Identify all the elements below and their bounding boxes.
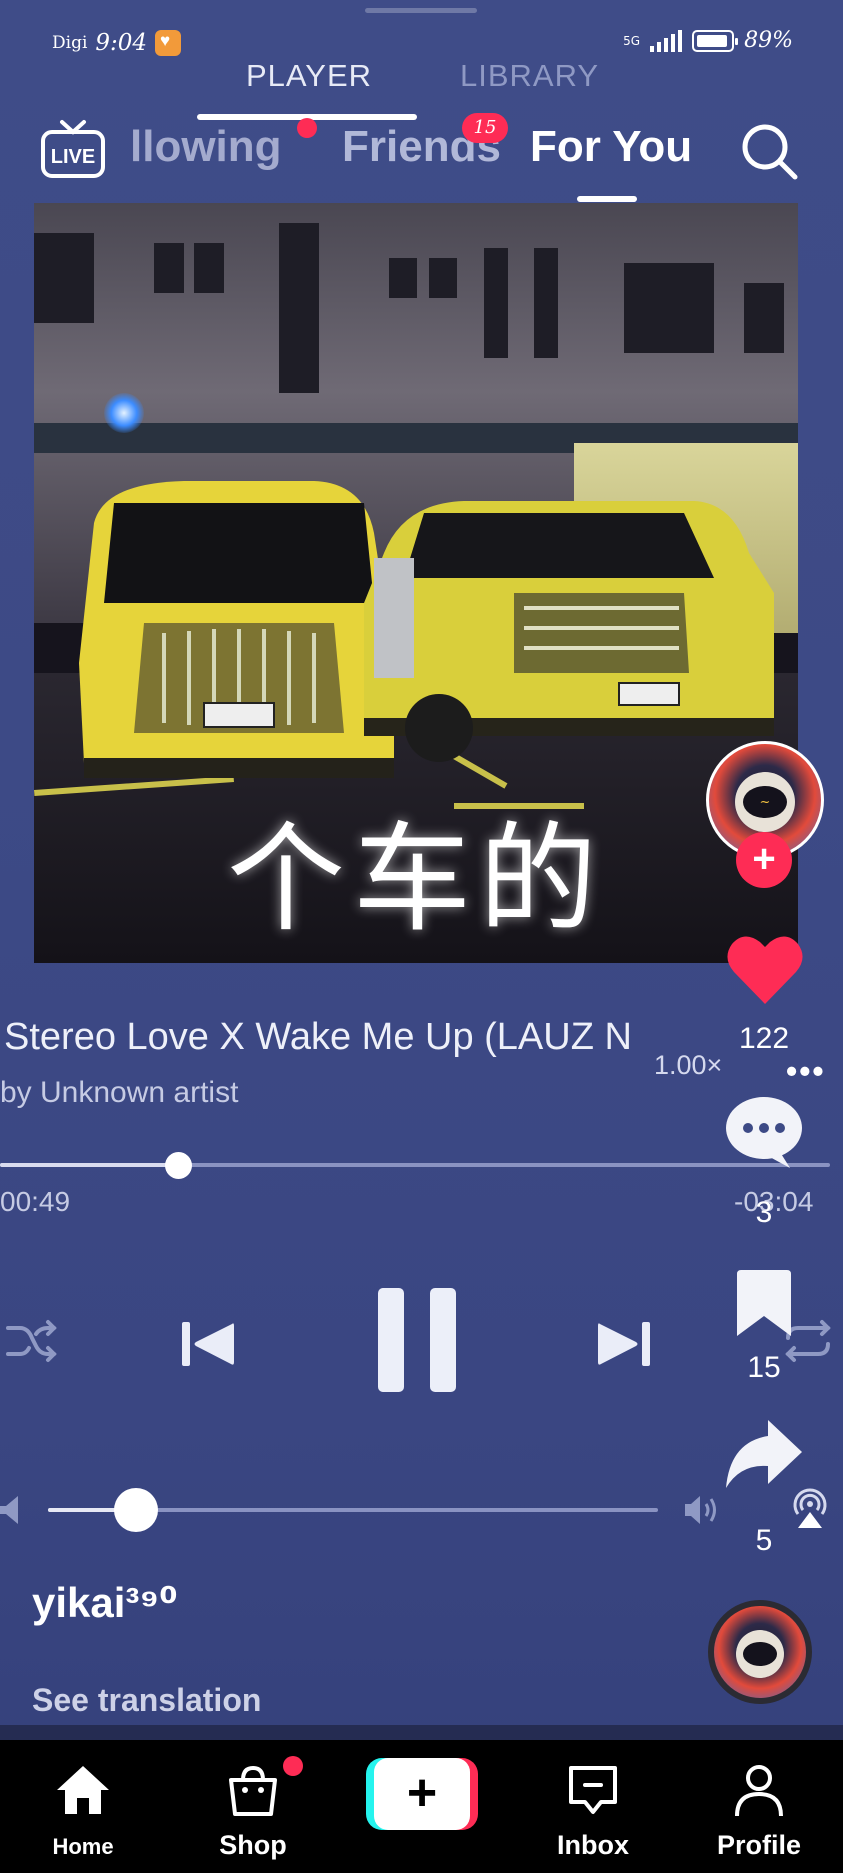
nav-shop-label: Shop [219, 1830, 287, 1860]
shop-icon [229, 1765, 277, 1816]
next-icon[interactable] [596, 1316, 652, 1372]
volume-low-icon [0, 1494, 18, 1526]
tab-following[interactable]: llowing [130, 122, 282, 172]
nav-home-label: Home [52, 1834, 114, 1859]
signal-icon [650, 29, 683, 52]
status-bar-right: 5G 89% [623, 28, 793, 53]
nav-home[interactable]: Home [18, 1740, 148, 1873]
elapsed-time: 00:49 [0, 1186, 71, 1217]
song-title[interactable]: Stereo Love X Wake Me Up (LAUZ N [4, 1016, 634, 1059]
search-icon[interactable] [738, 120, 800, 182]
like-count: 122 [738, 1022, 790, 1055]
song-artist[interactable]: by Unknown artist [0, 1076, 238, 1110]
seek-bar-progress [0, 1163, 178, 1167]
clock: 9:04 [95, 30, 148, 56]
volume-high-icon [684, 1492, 720, 1528]
network-label: 5G [623, 33, 641, 48]
follow-button[interactable]: + [736, 832, 792, 888]
nav-inbox-label: Inbox [557, 1830, 629, 1860]
previous-icon[interactable] [180, 1316, 236, 1372]
comment-count: 3 [755, 1196, 773, 1229]
inbox-icon [569, 1766, 617, 1814]
following-notification-dot [297, 118, 317, 138]
album-artwork[interactable]: 个车的 [34, 203, 798, 963]
tab-library[interactable]: LIBRARY [460, 58, 599, 94]
seek-thumb[interactable] [165, 1152, 192, 1179]
battery-icon [692, 29, 739, 52]
create-button[interactable]: + [366, 1758, 478, 1830]
nav-profile[interactable]: Profile [694, 1740, 824, 1873]
tab-for-you-indicator [577, 196, 637, 202]
bookmark-icon[interactable] [733, 1268, 795, 1338]
volume-thumb[interactable] [114, 1488, 158, 1532]
drag-handle[interactable] [365, 8, 477, 13]
artwork-lamp [104, 393, 144, 433]
playback-speed-button[interactable]: 1.00× [654, 1050, 722, 1081]
live-label: LIVE [51, 146, 95, 168]
more-options-icon[interactable]: ••• [786, 1053, 826, 1090]
battery-level: 89% [744, 28, 793, 53]
pause-icon[interactable] [376, 1286, 458, 1394]
artwork-van [79, 481, 394, 778]
app-notification-icon [155, 30, 182, 56]
shuffle-icon[interactable] [6, 1318, 58, 1364]
comment-icon[interactable] [724, 1094, 804, 1170]
caption-strip [0, 1725, 843, 1740]
bookmark-count: 15 [747, 1351, 781, 1384]
tab-for-you[interactable]: For You [530, 122, 692, 172]
profile-icon [735, 1765, 783, 1817]
artwork-overlay-text: 个车的 [226, 810, 605, 948]
see-translation-link[interactable]: See translation [32, 1682, 261, 1719]
creator-username[interactable]: yikai³⁹⁰ [32, 1578, 178, 1627]
shop-notification-dot [283, 1756, 303, 1776]
nav-profile-label: Profile [716, 1830, 802, 1860]
live-icon[interactable]: LIVE [40, 118, 106, 180]
music-disc-icon[interactable] [708, 1600, 812, 1704]
svg-text:~: ~ [760, 795, 771, 810]
tab-player[interactable]: PLAYER [246, 58, 372, 94]
carrier-label: Digi [52, 33, 88, 53]
status-bar-left: Digi 9:04 [52, 30, 182, 56]
heart-icon[interactable] [726, 934, 804, 1006]
home-icon [57, 1766, 109, 1814]
nav-inbox[interactable]: Inbox [528, 1740, 658, 1873]
share-count: 5 [755, 1524, 773, 1557]
share-icon[interactable] [724, 1418, 804, 1490]
artwork-suv [364, 501, 774, 762]
create-plus-label: + [374, 1758, 470, 1830]
friends-badge: 15 [462, 113, 508, 143]
